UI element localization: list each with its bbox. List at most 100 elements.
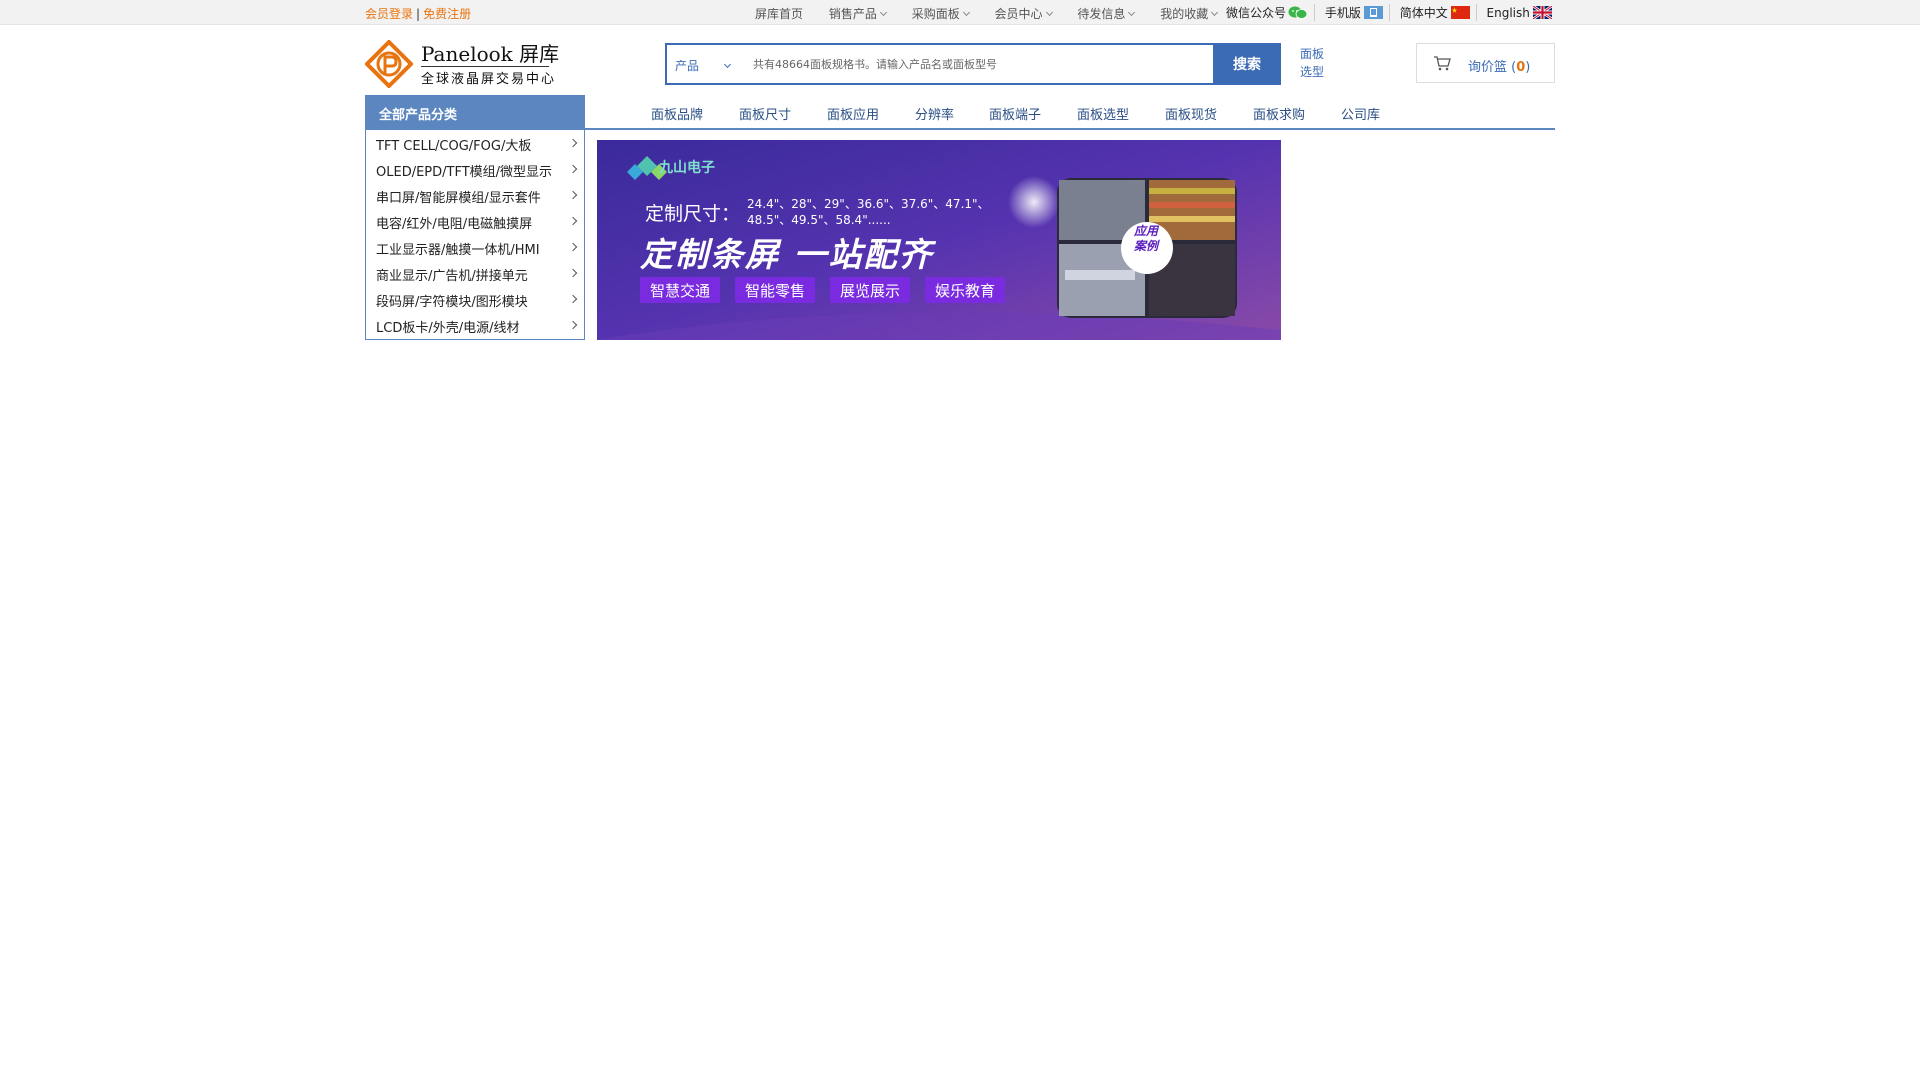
banner-case-line2: 案例 bbox=[1133, 239, 1158, 253]
banner-size-label: 定制尺寸： bbox=[645, 203, 741, 225]
category-item-label: 工业显示器/触摸一体机/HMI bbox=[376, 243, 540, 258]
chevron-right-icon bbox=[568, 138, 578, 148]
category-item-label: TFT CELL/COG/FOG/大板 bbox=[376, 139, 532, 154]
logo-divider bbox=[421, 66, 549, 67]
panel-select-line1: 面板 bbox=[1300, 47, 1325, 61]
lang-en-link[interactable]: English bbox=[1481, 6, 1558, 20]
chevron-right-icon bbox=[568, 268, 578, 278]
chevron-right-icon bbox=[568, 294, 578, 304]
register-link[interactable]: 免费注册 bbox=[423, 7, 471, 21]
chevron-right-icon bbox=[568, 242, 578, 252]
top-nav-sales-label: 销售产品 bbox=[828, 7, 877, 21]
top-nav-sales[interactable]: 销售产品 bbox=[828, 5, 887, 22]
logo-slogan: 全球液晶屏交易中心 bbox=[421, 72, 557, 87]
mobile-icon bbox=[1363, 6, 1383, 19]
top-nav-member[interactable]: 会员中心 bbox=[994, 5, 1053, 22]
top-nav-purchase-label: 采购面板 bbox=[911, 7, 960, 21]
category-item[interactable]: 串口屏/智能屏模组/显示套件 bbox=[376, 187, 578, 213]
chevron-down-icon bbox=[1128, 8, 1136, 17]
nav-company-directory[interactable]: 公司库 bbox=[1341, 104, 1380, 123]
category-item[interactable]: TFT CELL/COG/FOG/大板 bbox=[376, 135, 578, 161]
category-item-label: 串口屏/智能屏模组/显示套件 bbox=[376, 191, 541, 206]
top-nav-pending-label: 待发信息 bbox=[1077, 7, 1126, 21]
panel-select-line2: 选型 bbox=[1300, 65, 1325, 79]
chevron-right-icon bbox=[568, 216, 578, 226]
lang-cn-label: 简体中文 bbox=[1399, 6, 1448, 20]
inquiry-cart-button[interactable]: 询价篮 (0) bbox=[1416, 43, 1555, 83]
category-item[interactable]: 电容/红外/电阻/电磁触摸屏 bbox=[376, 213, 578, 239]
panel-select-link[interactable]: 面板 选型 bbox=[1300, 45, 1328, 81]
wechat-label: 微信公众号 bbox=[1226, 6, 1287, 20]
banner-size-values: 24.4"、28"、29"、36.6"、37.6"、47.1"、48.5"、49… bbox=[747, 197, 990, 227]
nav-panel-stock[interactable]: 面板现货 bbox=[1165, 104, 1217, 123]
cart-paren-close: ) bbox=[1525, 60, 1531, 75]
banner-case-line1: 应用 bbox=[1133, 224, 1158, 238]
china-flag-icon bbox=[1450, 6, 1470, 19]
search-category-select[interactable]: 产品 bbox=[675, 57, 732, 74]
lang-en-label: English bbox=[1486, 6, 1530, 20]
mobile-label: 手机版 bbox=[1324, 6, 1361, 20]
banner-brand: 九山电子 bbox=[659, 160, 715, 176]
cart-icon bbox=[1434, 56, 1451, 71]
top-bar-inner: 会员登录 | 免费注册 屏库首页 销售产品 采购面板 会员中心 待发信息 我的收藏 … bbox=[365, 0, 1555, 25]
uk-flag-icon bbox=[1532, 6, 1552, 19]
chevron-right-icon bbox=[568, 320, 578, 330]
wechat-link[interactable]: 微信公众号 bbox=[1220, 4, 1316, 21]
account-separator: | bbox=[416, 7, 421, 21]
search-category-label: 产品 bbox=[675, 59, 700, 73]
all-categories-header[interactable]: 全部产品分类 bbox=[365, 95, 585, 130]
top-bar: 会员登录 | 免费注册 屏库首页 销售产品 采购面板 会员中心 待发信息 我的收藏 … bbox=[0, 0, 1920, 25]
lang-cn-link[interactable]: 简体中文 bbox=[1394, 4, 1477, 21]
banner-tag: 展览展示 bbox=[830, 277, 911, 303]
site-logo[interactable]: Panelook 屏库 全球液晶屏交易中心 bbox=[365, 38, 559, 88]
top-nav-favorites-label: 我的收藏 bbox=[1160, 7, 1209, 21]
nav-panel-brand[interactable]: 面板品牌 bbox=[651, 104, 703, 123]
nav-panel-wanted[interactable]: 面板求购 bbox=[1253, 104, 1305, 123]
chevron-right-icon bbox=[568, 190, 578, 200]
nav-panel-selection[interactable]: 面板选型 bbox=[1077, 104, 1129, 123]
banner-tag: 智能零售 bbox=[735, 277, 816, 303]
chevron-down-icon bbox=[962, 8, 970, 17]
chevron-down-icon bbox=[723, 60, 732, 69]
category-item[interactable]: OLED/EPD/TFT模组/微型显示 bbox=[376, 161, 578, 187]
category-item[interactable]: 商业显示/广告机/拼接单元 bbox=[376, 265, 578, 291]
search-input[interactable] bbox=[753, 53, 1173, 75]
login-link[interactable]: 会员登录 bbox=[365, 7, 413, 21]
category-item-label: 电容/红外/电阻/电磁触摸屏 bbox=[376, 217, 533, 232]
search-button[interactable]: 搜索 bbox=[1213, 43, 1281, 85]
category-list: TFT CELL/COG/FOG/大板 OLED/EPD/TFT模组/微型显示 … bbox=[365, 130, 585, 340]
account-links: 会员登录 | 免费注册 bbox=[365, 5, 471, 22]
top-nav-purchase[interactable]: 采购面板 bbox=[911, 5, 970, 22]
search-bar: 产品 搜索 bbox=[665, 43, 1281, 85]
top-nav-home[interactable]: 屏库首页 bbox=[755, 5, 803, 22]
category-item[interactable]: 段码屏/字符模块/图形模块 bbox=[376, 291, 578, 317]
banner-headline: 定制条屏 一站配齐 bbox=[640, 235, 934, 274]
category-item-label: LCD板卡/外壳/电源/线材 bbox=[376, 321, 520, 336]
top-nav: 屏库首页 销售产品 采购面板 会员中心 待发信息 我的收藏 bbox=[755, 5, 1239, 22]
nav-panel-connector[interactable]: 面板端子 bbox=[989, 104, 1041, 123]
banner-case-badge: 应用 案例 bbox=[1121, 224, 1171, 254]
nav-panel-size[interactable]: 面板尺寸 bbox=[739, 104, 791, 123]
chevron-down-icon bbox=[1045, 8, 1053, 17]
nav-panel-application[interactable]: 面板应用 bbox=[827, 104, 879, 123]
promo-banner[interactable]: 九山电子 定制尺寸： 24.4"、28"、29"、36.6"、37.6"、47.… bbox=[597, 140, 1281, 340]
banner-tag: 智慧交通 bbox=[640, 277, 721, 303]
top-nav-pending[interactable]: 待发信息 bbox=[1077, 5, 1136, 22]
category-item[interactable]: 工业显示器/触摸一体机/HMI bbox=[376, 239, 578, 265]
top-nav-favorites[interactable]: 我的收藏 bbox=[1160, 5, 1219, 22]
mobile-link[interactable]: 手机版 bbox=[1319, 4, 1390, 21]
category-item-label: 商业显示/广告机/拼接单元 bbox=[376, 269, 528, 284]
top-right-links: 微信公众号 手机版 简体中文 English bbox=[1220, 4, 1558, 21]
top-nav-member-label: 会员中心 bbox=[994, 7, 1043, 21]
category-item-label: OLED/EPD/TFT模组/微型显示 bbox=[376, 165, 553, 180]
category-item-label: 段码屏/字符模块/图形模块 bbox=[376, 295, 528, 310]
panelook-logo-icon bbox=[365, 40, 413, 88]
cart-count: 0 bbox=[1516, 60, 1526, 75]
category-item[interactable]: LCD板卡/外壳/电源/线材 bbox=[376, 317, 578, 343]
chevron-right-icon bbox=[568, 164, 578, 174]
main-nav: 面板品牌 面板尺寸 面板应用 分辨率 面板端子 面板选型 面板现货 面板求购 公… bbox=[585, 95, 1555, 130]
logo-name: Panelook 屏库 bbox=[421, 42, 560, 66]
top-nav-home-label: 屏库首页 bbox=[755, 7, 804, 21]
cart-label-text: 询价篮 bbox=[1468, 60, 1508, 75]
nav-resolution[interactable]: 分辨率 bbox=[915, 104, 954, 123]
